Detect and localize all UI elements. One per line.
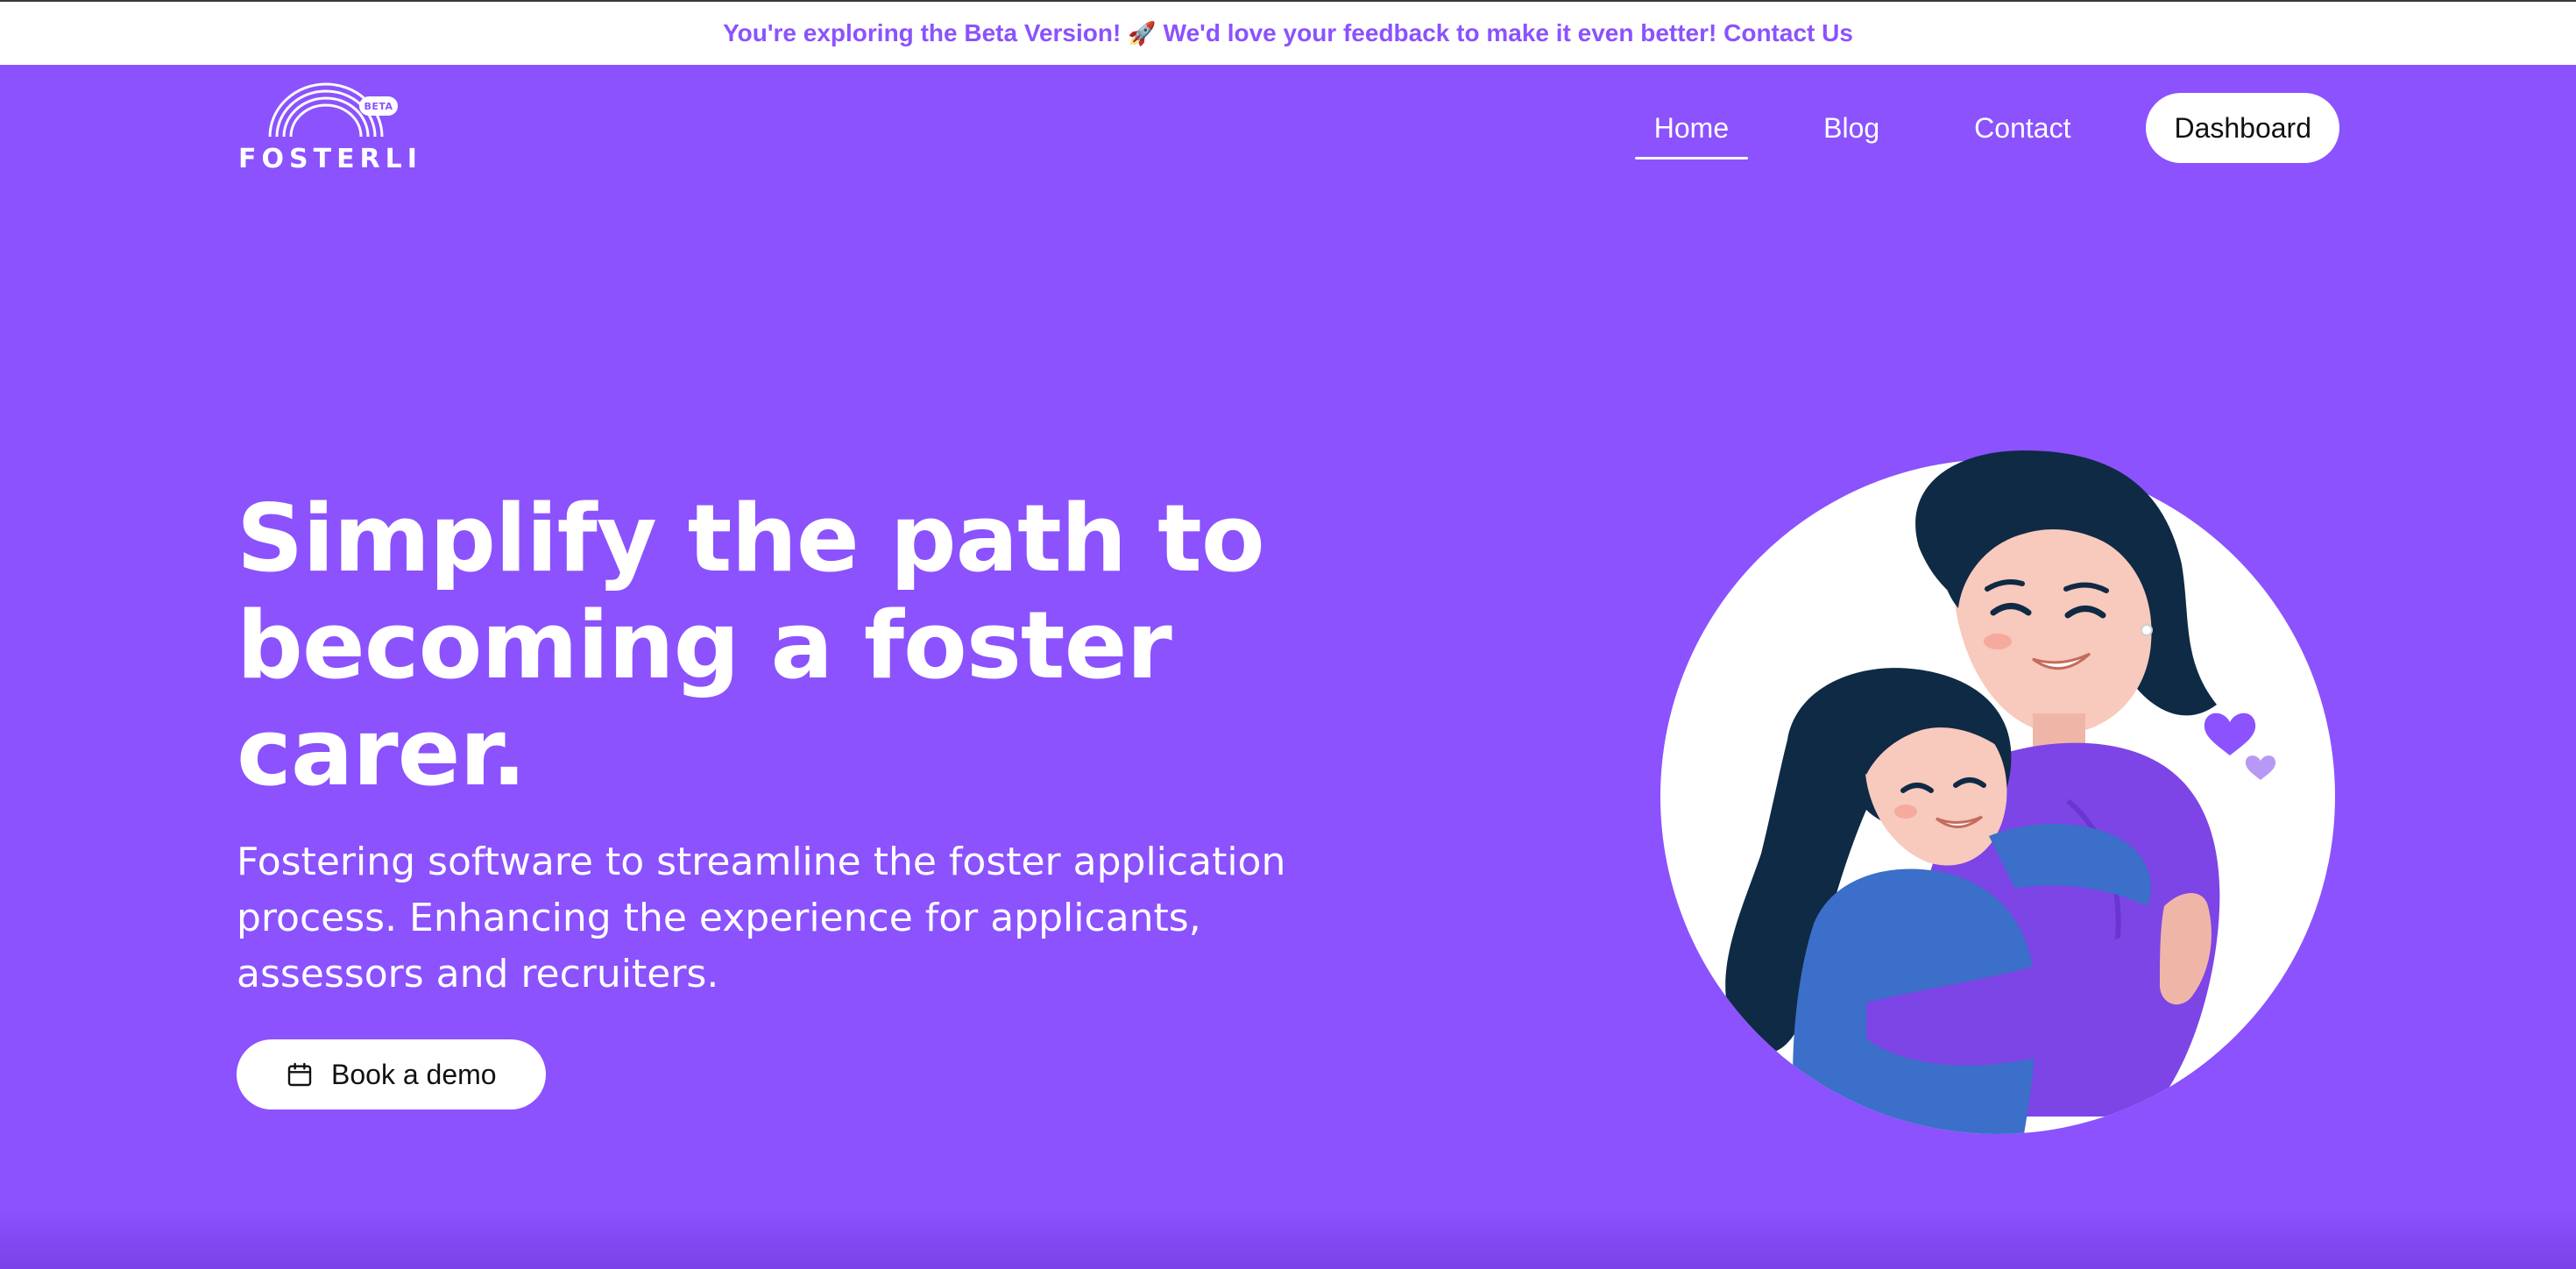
banner-text-end[interactable]: We'd love your feedback to make it even … — [1164, 19, 1853, 47]
nav-blog[interactable]: Blog — [1804, 93, 1899, 163]
mother-hugging-child-illustration — [1660, 450, 2335, 1134]
beta-banner-text[interactable]: You're exploring the Beta Version! 🚀 We'… — [723, 19, 1853, 47]
beta-badge: BETA — [359, 96, 398, 116]
book-demo-button[interactable]: Book a demo — [237, 1039, 546, 1109]
logo-wordmark: FOSTERLI — [238, 144, 422, 174]
nav-home[interactable]: Home — [1634, 93, 1749, 163]
rocket-icon: 🚀 — [1128, 19, 1157, 46]
beta-banner: You're exploring the Beta Version! 🚀 We'… — [0, 0, 2576, 65]
main-nav: Home Blog Contact Dashboard — [1634, 93, 2339, 163]
nav-contact[interactable]: Contact — [1955, 93, 2090, 163]
dashboard-button[interactable]: Dashboard — [2146, 93, 2339, 163]
fosterli-logo[interactable]: BETA FOSTERLI — [238, 82, 417, 179]
banner-text-start: You're exploring the Beta Version! — [723, 19, 1122, 46]
book-demo-label: Book a demo — [331, 1058, 497, 1090]
hero-headline: Simplify the path to becoming a foster c… — [237, 485, 1265, 806]
hero-subtitle: Fostering software to streamline the fos… — [237, 840, 1286, 996]
calendar-icon — [287, 1062, 312, 1087]
hero-section: BETA FOSTERLI Home Blog Contact Dashboar… — [0, 65, 2576, 1269]
